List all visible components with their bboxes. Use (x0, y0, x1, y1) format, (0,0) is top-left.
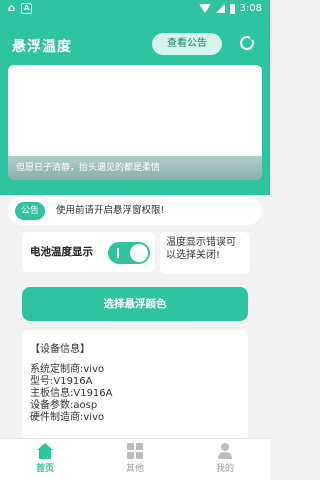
switch-knob (130, 244, 148, 262)
grid-icon (127, 443, 143, 459)
a-icon: A (21, 3, 33, 14)
view-notice-button[interactable]: 查看公告 (152, 33, 222, 55)
status-time: 3:08 (239, 3, 262, 14)
device-info-line: 系统定制商:vivo (30, 364, 105, 375)
battery-temp-toggle-card: 电池温度显示 (22, 232, 155, 272)
status-bar: ⌂ A 3:08 (0, 0, 270, 20)
app-notification-icon: ⌂ (8, 3, 16, 14)
banner-card[interactable]: 但愿日子清静，抬头遇见的都是柔情 (8, 65, 262, 180)
battery-icon (229, 3, 235, 14)
notice-text: 使用前请开启悬浮窗权限! (56, 205, 165, 216)
device-info-card: 【设备信息】 系统定制商:vivo 型号:V1916A 主板信息:V1916A … (22, 330, 248, 440)
home-icon (37, 443, 53, 459)
signal-icon (215, 4, 225, 13)
battery-temp-label: 电池温度显示 (30, 246, 93, 258)
user-icon (217, 443, 233, 459)
status-bar-right: 3:08 (198, 3, 262, 14)
device-info-line: 设备参数:aosp (30, 400, 98, 411)
wifi-icon (198, 4, 211, 13)
tab-other-label: 其他 (125, 464, 144, 474)
device-info-line: 型号:V1916A (30, 376, 93, 387)
tab-other[interactable]: 其他 (90, 439, 180, 480)
hint-card: 温度显示错误可以选择关闭! (160, 232, 250, 274)
tab-home[interactable]: 首页 (0, 439, 90, 480)
banner-caption: 但愿日子清静，抬头遇见的都是柔情 (8, 156, 262, 180)
battery-temp-switch[interactable] (108, 242, 150, 264)
hint-text: 温度显示错误可以选择关闭! (166, 237, 236, 261)
app-title: 悬浮温度 (12, 39, 72, 55)
status-bar-left: ⌂ A (8, 3, 33, 14)
device-info-line: 主板信息:V1916A (30, 388, 113, 399)
tab-home-label: 首页 (35, 464, 54, 474)
device-info-line: 硬件制造商:vivo (30, 412, 105, 423)
settings-icon[interactable] (240, 35, 255, 50)
switch-on-mark (117, 248, 119, 258)
device-info-lines: 系统定制商:vivo 型号:V1916A 主板信息:V1916A 设备参数:ao… (30, 364, 113, 424)
device-info-title: 【设备信息】 (30, 344, 90, 355)
tab-mine[interactable]: 我的 (180, 439, 270, 480)
tab-mine-label: 我的 (215, 464, 234, 474)
choose-float-color-button[interactable]: 选择悬浮颜色 (22, 287, 248, 321)
notice-tag: 公告 (15, 202, 45, 220)
notice-card: 公告 使用前请开启悬浮窗权限! (8, 197, 262, 225)
bottom-tab-bar: 首页 其他 我的 (0, 438, 270, 480)
